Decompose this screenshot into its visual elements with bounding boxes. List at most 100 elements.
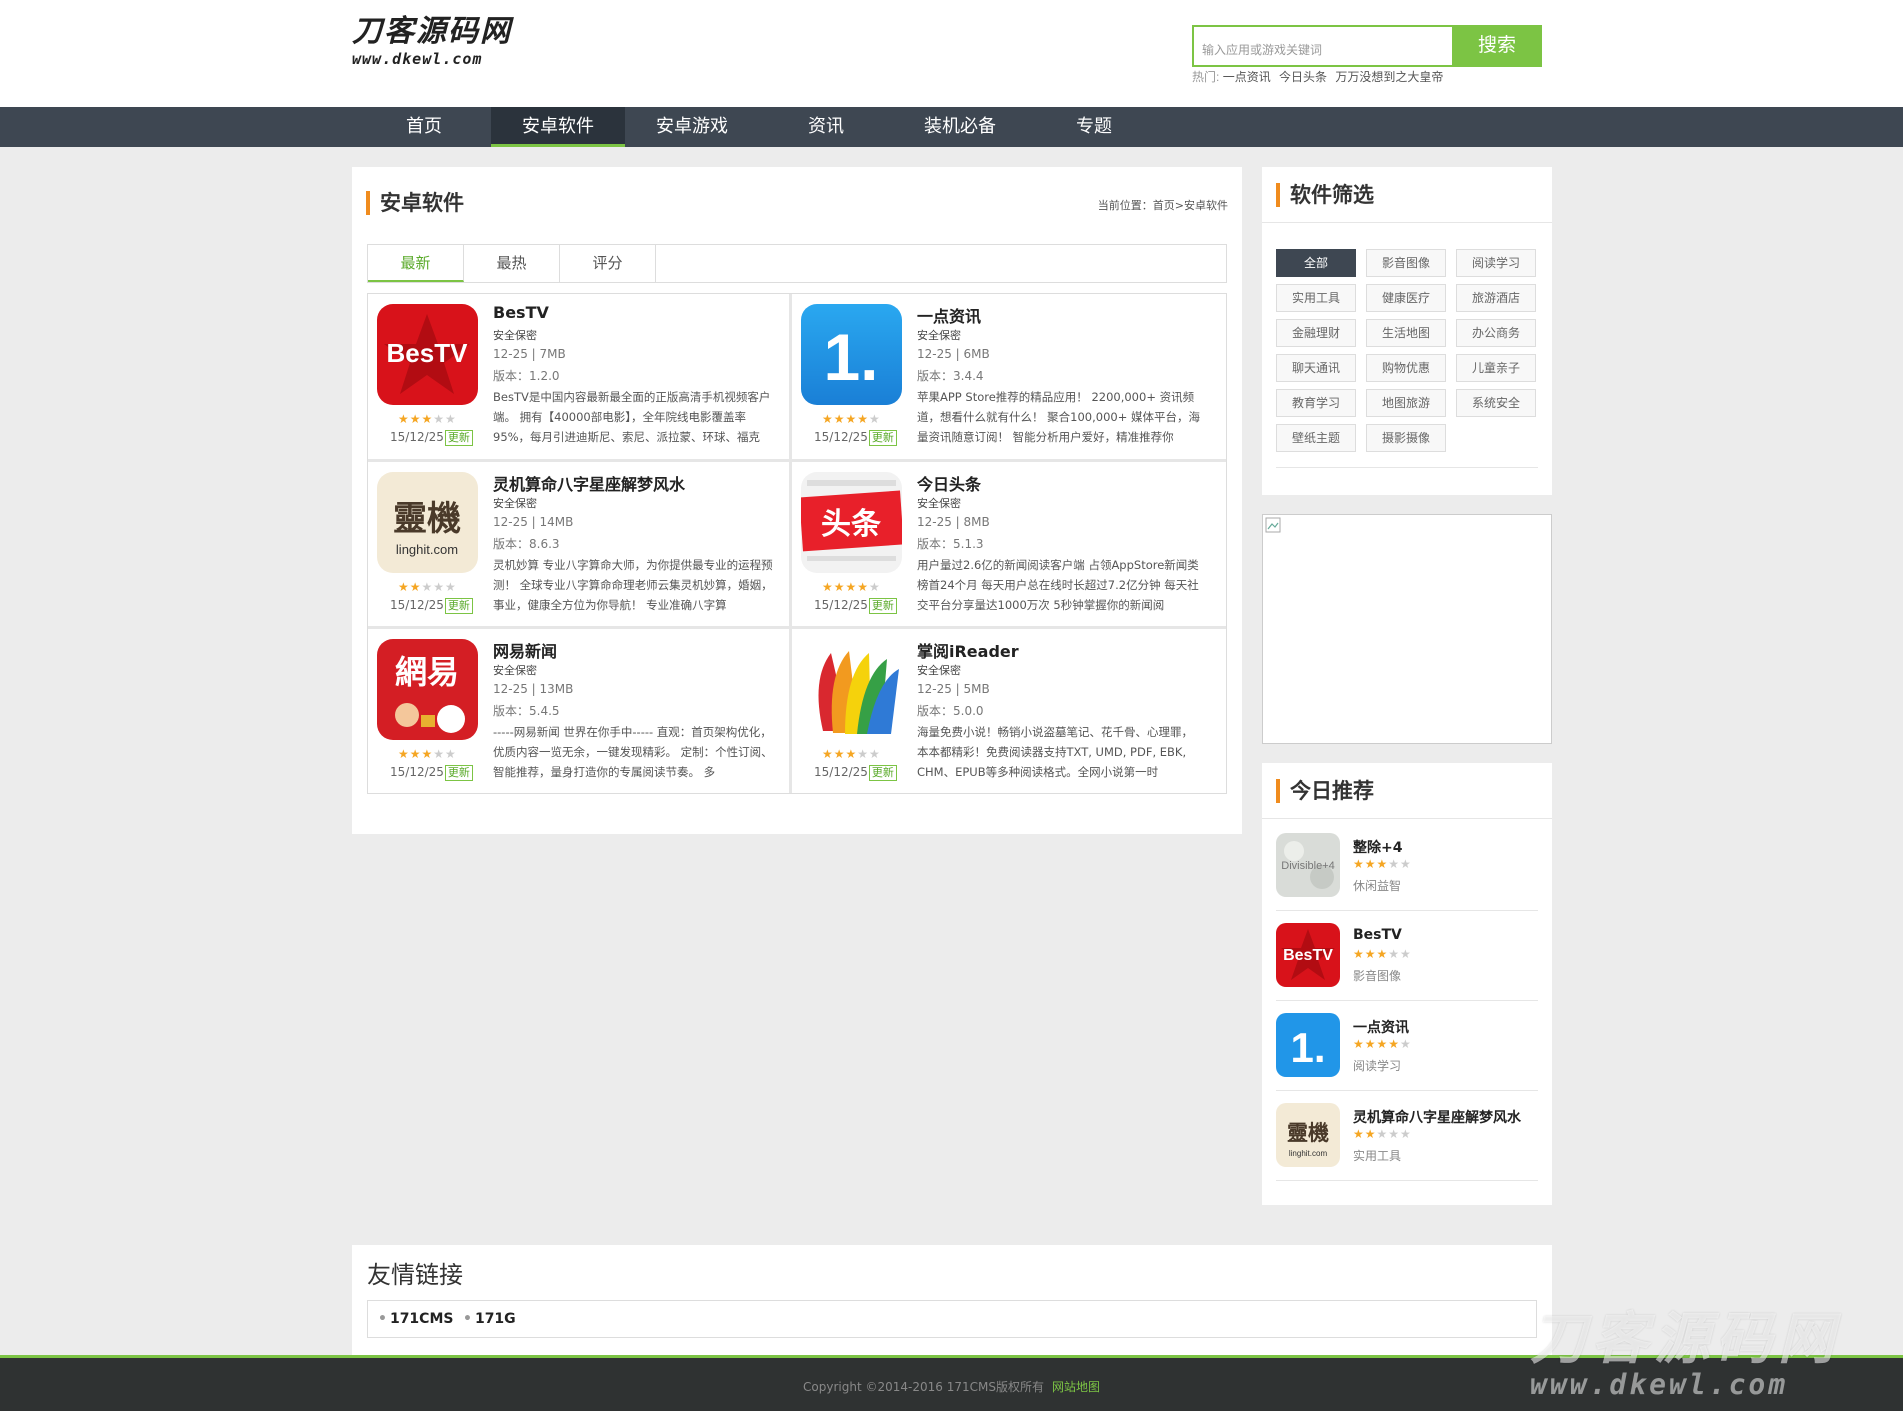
app-version: 版本：5.0.0 bbox=[917, 704, 984, 718]
app-meta: 12-25 | 14MB bbox=[493, 515, 574, 529]
filter-reading[interactable]: 阅读学习 bbox=[1456, 249, 1536, 277]
friend-link[interactable]: • 171G bbox=[463, 1311, 516, 1327]
lingji-icon[interactable]: 靈機 linghit.com bbox=[377, 472, 478, 573]
netease-icon[interactable]: 網易 bbox=[377, 639, 478, 740]
app-version: 版本：5.1.3 bbox=[917, 537, 984, 551]
app-card[interactable]: BesTV ★★★★★ 15/12/25 更新 BesTV 安全保密 12-25 … bbox=[368, 294, 790, 461]
recommend-category: 影音图像 bbox=[1353, 969, 1402, 983]
filter-tools[interactable]: 实用工具 bbox=[1276, 284, 1356, 312]
nav-item-android-software[interactable]: 安卓软件 bbox=[491, 107, 625, 147]
friend-link[interactable]: • 171CMS bbox=[378, 1311, 453, 1327]
lingji-icon-text: 靈機 bbox=[1287, 1120, 1329, 1145]
yidian-icon[interactable]: 1. bbox=[801, 304, 902, 405]
filter-office[interactable]: 办公商务 bbox=[1456, 319, 1536, 347]
tab-rating[interactable]: 评分 bbox=[560, 245, 656, 282]
lingji-icon-url: linghit.com bbox=[396, 542, 458, 557]
filter-travel-hotel[interactable]: 旅游酒店 bbox=[1456, 284, 1536, 312]
filter-kids[interactable]: 儿童亲子 bbox=[1456, 354, 1536, 382]
bestv-icon[interactable]: BesTV bbox=[1276, 923, 1340, 987]
app-name[interactable]: 网易新闻 bbox=[493, 638, 557, 662]
app-meta: 12-25 | 6MB bbox=[917, 347, 990, 361]
app-name[interactable]: 今日头条 bbox=[917, 471, 981, 495]
yidian-icon[interactable]: 1. bbox=[1276, 1013, 1340, 1077]
app-name[interactable]: 一点资讯 bbox=[917, 303, 981, 327]
app-card[interactable]: ★★★★★ 15/12/25 更新 掌阅iReader 安全保密 12-25 | … bbox=[792, 629, 1214, 796]
recommend-item[interactable]: 1. 一点资讯 ★★★★★ 阅读学习 bbox=[1276, 1001, 1538, 1091]
nav-item-essentials[interactable]: 装机必备 bbox=[893, 107, 1027, 147]
nav-item-home[interactable]: 首页 bbox=[357, 107, 491, 147]
update-date: 15/12/25 更新 bbox=[814, 598, 897, 614]
hot-link[interactable]: 万万没想到之大皇帝 bbox=[1335, 70, 1443, 84]
recommend-name[interactable]: 一点资讯 bbox=[1353, 1017, 1409, 1037]
app-grid: BesTV ★★★★★ 15/12/25 更新 BesTV 安全保密 12-25 … bbox=[367, 293, 1227, 794]
divider bbox=[1276, 467, 1538, 468]
tab-newest[interactable]: 最新 bbox=[368, 245, 464, 282]
update-badge: 更新 bbox=[868, 765, 897, 781]
app-card[interactable]: 头条 ★★★★★ 15/12/25 更新 今日头条 安全保密 12-25 | 8M… bbox=[792, 462, 1214, 629]
app-description: -----网易新闻 世界在你手中----- 直观：首页架构优化，优质内容一览无余… bbox=[493, 725, 773, 779]
site-logo[interactable]: 刀客源码网 www.dkewl.com bbox=[352, 14, 562, 70]
filter-map-travel[interactable]: 地图旅游 bbox=[1366, 389, 1446, 417]
divisible-icon[interactable]: Divisible+4 bbox=[1276, 833, 1340, 897]
app-card[interactable]: 網易 ★★★★★ 15/12/25 更新 网易新闻 安全保密 12-25 | 13… bbox=[368, 629, 790, 796]
filter-life-map[interactable]: 生活地图 bbox=[1366, 319, 1446, 347]
rating-stars: ★★★★★ bbox=[822, 580, 881, 594]
filter-education[interactable]: 教育学习 bbox=[1276, 389, 1356, 417]
nav-item-news[interactable]: 资讯 bbox=[759, 107, 893, 147]
rating-stars: ★★★★★ bbox=[1353, 947, 1412, 961]
filter-chat[interactable]: 聊天通讯 bbox=[1276, 354, 1356, 382]
search-button[interactable]: 搜索 bbox=[1452, 25, 1542, 67]
friend-link-label: 171CMS bbox=[389, 1311, 454, 1327]
recommend-name[interactable]: BesTV bbox=[1353, 927, 1402, 943]
bestv-icon[interactable]: BesTV bbox=[377, 304, 478, 405]
app-card[interactable]: 靈機 linghit.com ★★★★★ 15/12/25 更新 灵机算命八字星座… bbox=[368, 462, 790, 629]
filter-health[interactable]: 健康医疗 bbox=[1366, 284, 1446, 312]
toutiao-icon[interactable]: 头条 bbox=[801, 472, 902, 573]
filter-wallpaper[interactable]: 壁纸主题 bbox=[1276, 424, 1356, 452]
friend-links-title: 友情链接 bbox=[367, 1261, 463, 1289]
app-meta: 12-25 | 8MB bbox=[917, 515, 990, 529]
tab-hottest[interactable]: 最热 bbox=[464, 245, 560, 282]
app-name[interactable]: 掌阅iReader bbox=[917, 638, 1019, 662]
main-nav: 首页 安卓软件 安卓游戏 资讯 装机必备 专题 bbox=[0, 107, 1903, 147]
app-description: 灵机妙算 专业八字算命大师，为你提供最专业的运程预测！ 全球专业八字算命命理老师… bbox=[493, 558, 773, 612]
rating-stars: ★★★★★ bbox=[822, 412, 881, 426]
lingji-icon-text: 靈機 bbox=[393, 499, 461, 539]
filter-all[interactable]: 全部 bbox=[1276, 249, 1356, 277]
recommend-item[interactable]: 靈機 linghit.com 灵机算命八字星座解梦风水 ★★★★★ 实用工具 bbox=[1276, 1091, 1538, 1181]
ad-image-placeholder[interactable] bbox=[1262, 514, 1552, 744]
update-date: 15/12/25 更新 bbox=[390, 765, 473, 781]
recommend-category: 实用工具 bbox=[1353, 1149, 1402, 1163]
divisible-icon-text: Divisible+4 bbox=[1281, 860, 1335, 872]
recommend-name[interactable]: 整除+4 bbox=[1353, 837, 1402, 857]
yidian-icon-text: 1. bbox=[823, 320, 878, 394]
recommend-title: 今日推荐 bbox=[1276, 779, 1374, 803]
nav-item-android-games[interactable]: 安卓游戏 bbox=[625, 107, 759, 147]
app-safety: 安全保密 bbox=[917, 497, 961, 510]
hot-link[interactable]: 今日头条 bbox=[1279, 70, 1327, 84]
app-version: 版本：3.4.4 bbox=[917, 369, 984, 383]
app-card[interactable]: 1. ★★★★★ 15/12/25 更新 一点资讯 安全保密 12-25 | 6M… bbox=[792, 294, 1214, 461]
filter-finance[interactable]: 金融理财 bbox=[1276, 319, 1356, 347]
breadcrumb[interactable]: 当前位置：首页>安卓软件 bbox=[1098, 197, 1228, 213]
app-name[interactable]: 灵机算命八字星座解梦风水 bbox=[493, 471, 685, 495]
recommend-item[interactable]: Divisible+4 整除+4 ★★★★★ 休闲益智 bbox=[1276, 821, 1538, 911]
date-text: 15/12/25 bbox=[814, 765, 868, 779]
recommend-item[interactable]: BesTV BesTV ★★★★★ 影音图像 bbox=[1276, 911, 1538, 1001]
nav-item-topics[interactable]: 专题 bbox=[1027, 107, 1161, 147]
filter-media[interactable]: 影音图像 bbox=[1366, 249, 1446, 277]
date-text: 15/12/25 bbox=[814, 430, 868, 444]
sitemap-link[interactable]: 网站地图 bbox=[1052, 1380, 1100, 1394]
filter-shopping[interactable]: 购物优惠 bbox=[1366, 354, 1446, 382]
recommend-name[interactable]: 灵机算命八字星座解梦风水 bbox=[1353, 1107, 1521, 1127]
logo-title: 刀客源码网 bbox=[352, 14, 512, 49]
filter-security[interactable]: 系统安全 bbox=[1456, 389, 1536, 417]
ireader-icon[interactable] bbox=[801, 639, 902, 740]
search-input[interactable]: 输入应用或游戏关键词 bbox=[1192, 25, 1452, 67]
lingji-icon[interactable]: 靈機 linghit.com bbox=[1276, 1103, 1340, 1167]
app-name[interactable]: BesTV bbox=[493, 303, 549, 322]
app-meta: 12-25 | 13MB bbox=[493, 682, 574, 696]
filter-photo[interactable]: 摄影摄像 bbox=[1366, 424, 1446, 452]
app-meta: 12-25 | 7MB bbox=[493, 347, 566, 361]
hot-link[interactable]: 一点资讯 bbox=[1223, 70, 1271, 84]
